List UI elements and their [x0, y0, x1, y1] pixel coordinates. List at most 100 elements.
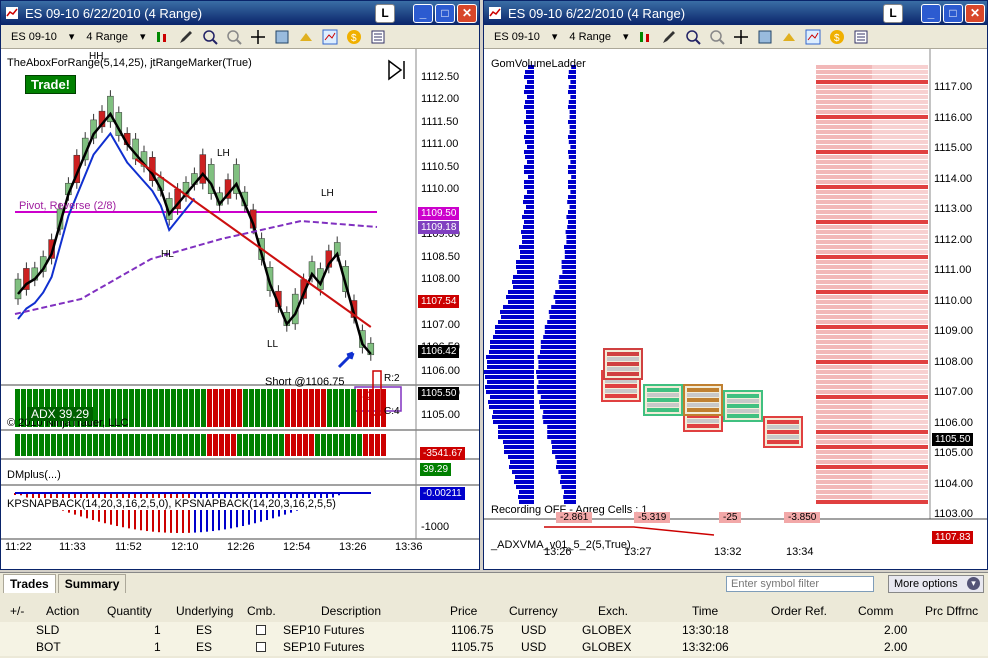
ladder-bar — [568, 150, 576, 154]
coin-icon[interactable]: $ — [829, 29, 845, 45]
delta-cell — [872, 145, 928, 149]
col-header[interactable]: Price — [450, 603, 477, 620]
indicator-icon[interactable] — [805, 29, 821, 45]
left-titlebar[interactable]: ES 09-10 6/22/2010 (4 Range) L _ □ ✕ — [1, 1, 479, 25]
price-tick: 1117.00 — [934, 81, 973, 93]
col-header[interactable]: Quantity — [107, 603, 152, 620]
delta-cell — [816, 180, 872, 184]
link-button[interactable]: L — [883, 3, 903, 23]
ladder-bar — [523, 225, 534, 229]
col-header[interactable]: Comm — [858, 603, 893, 620]
instrument-select[interactable]: ES 09-10 — [7, 31, 61, 43]
interval-select[interactable]: 4 Range — [565, 31, 615, 43]
link-button[interactable]: L — [375, 3, 395, 23]
delta-cell — [816, 165, 872, 169]
adx-bar — [171, 389, 176, 427]
delta-cell — [816, 400, 872, 404]
table-row[interactable]: BOT 1 ES SEP10 Futures 1105.75 USD GLOBE… — [0, 639, 988, 656]
delta-cell — [816, 330, 872, 334]
delta-cell — [872, 250, 928, 254]
col-header[interactable]: Action — [46, 603, 79, 620]
symbol-filter-input[interactable]: Enter symbol filter — [726, 576, 874, 592]
ladder-bar — [548, 310, 576, 314]
ladder-bar — [498, 425, 534, 429]
adx-bar — [315, 389, 320, 427]
adx-bar — [345, 389, 350, 427]
delta-cell — [872, 135, 928, 139]
strategy-icon[interactable] — [298, 29, 314, 45]
zoom-in-icon[interactable] — [202, 29, 218, 45]
left-chart-area[interactable]: TheAboxForRange(5,14,25), jtRangeMarker(… — [1, 49, 479, 569]
delta-cell — [872, 470, 928, 474]
close-button[interactable]: ✕ — [457, 3, 477, 23]
chevron-down-icon[interactable]: ▾ — [140, 30, 146, 43]
maximize-button[interactable]: □ — [435, 3, 455, 23]
minimize-button[interactable]: _ — [413, 3, 433, 23]
strategy-icon[interactable] — [781, 29, 797, 45]
pencil-icon[interactable] — [178, 29, 194, 45]
footprint-cell — [687, 424, 719, 428]
col-header[interactable]: Time — [692, 603, 718, 620]
combo-checkbox[interactable] — [256, 625, 266, 635]
crosshair-icon[interactable] — [250, 29, 266, 45]
data-box-icon[interactable] — [757, 29, 773, 45]
more-options-button[interactable]: More options ▾ — [888, 575, 984, 593]
minimize-button[interactable]: _ — [921, 3, 941, 23]
coin-icon[interactable]: $ — [346, 29, 362, 45]
col-header[interactable]: Currency — [509, 603, 558, 620]
table-row[interactable]: SLD 1 ES SEP10 Futures 1106.75 USD GLOBE… — [0, 622, 988, 639]
delta-cell — [816, 85, 872, 89]
price-tag: 1109.50 — [418, 207, 460, 220]
ladder-bar — [570, 80, 576, 84]
close-button[interactable]: ✕ — [965, 3, 985, 23]
adx-bar — [141, 389, 146, 427]
ladder-bar — [568, 210, 576, 214]
right-titlebar[interactable]: ES 09-10 6/22/2010 (4 Range) L _ □ ✕ — [484, 1, 987, 25]
ladder-bar — [495, 330, 534, 334]
delta-cell — [816, 470, 872, 474]
maximize-button[interactable]: □ — [943, 3, 963, 23]
properties-icon[interactable] — [853, 29, 869, 45]
combo-checkbox[interactable] — [256, 642, 266, 652]
right-toolbar: ES 09-10 ▾ 4 Range ▾ $ — [484, 25, 987, 49]
adx-bar — [225, 389, 230, 427]
interval-select[interactable]: 4 Range — [82, 31, 132, 43]
play-icon[interactable] — [387, 59, 407, 81]
chevron-down-icon[interactable]: ▾ — [552, 30, 558, 43]
price-tick: 1107.00 — [934, 386, 973, 398]
volume-ladder-chart[interactable] — [484, 49, 987, 569]
properties-icon[interactable] — [370, 29, 386, 45]
tab-summary[interactable]: Summary — [57, 574, 127, 593]
ladder-bar — [524, 135, 534, 139]
dm-bar — [201, 434, 206, 456]
dm-bar — [279, 434, 284, 456]
delta-cell — [872, 65, 928, 69]
delta-cell — [816, 345, 872, 349]
col-header[interactable]: Description — [321, 603, 381, 620]
col-header[interactable]: Underlying — [176, 603, 233, 620]
crosshair-icon[interactable] — [733, 29, 749, 45]
instrument-select[interactable]: ES 09-10 — [490, 31, 544, 43]
data-box-icon[interactable] — [274, 29, 290, 45]
col-header[interactable]: Order Ref. — [771, 603, 827, 620]
tab-trades[interactable]: Trades — [3, 574, 56, 593]
zoom-out-icon[interactable] — [709, 29, 725, 45]
right-chart-area[interactable]: GomVolumeLadder Recording OFF - Agreg Ce… — [484, 49, 987, 569]
col-header[interactable]: Prc Dffrnc — [925, 603, 978, 620]
col-header[interactable]: Exch. — [598, 603, 628, 620]
bar-type-icon[interactable] — [154, 29, 170, 45]
indicator-icon[interactable] — [322, 29, 338, 45]
adx-bar — [159, 389, 164, 427]
delta-cell — [872, 120, 928, 124]
delta-cell — [816, 405, 872, 409]
price-chart[interactable] — [1, 49, 479, 569]
zoom-out-icon[interactable] — [226, 29, 242, 45]
adx-bar — [303, 389, 308, 427]
col-header[interactable]: Cmb. — [247, 603, 276, 620]
pencil-icon[interactable] — [661, 29, 677, 45]
chevron-down-icon[interactable]: ▾ — [623, 30, 629, 43]
zoom-in-icon[interactable] — [685, 29, 701, 45]
bar-type-icon[interactable] — [637, 29, 653, 45]
chevron-down-icon[interactable]: ▾ — [69, 30, 75, 43]
col-header[interactable]: +/- — [10, 603, 24, 620]
